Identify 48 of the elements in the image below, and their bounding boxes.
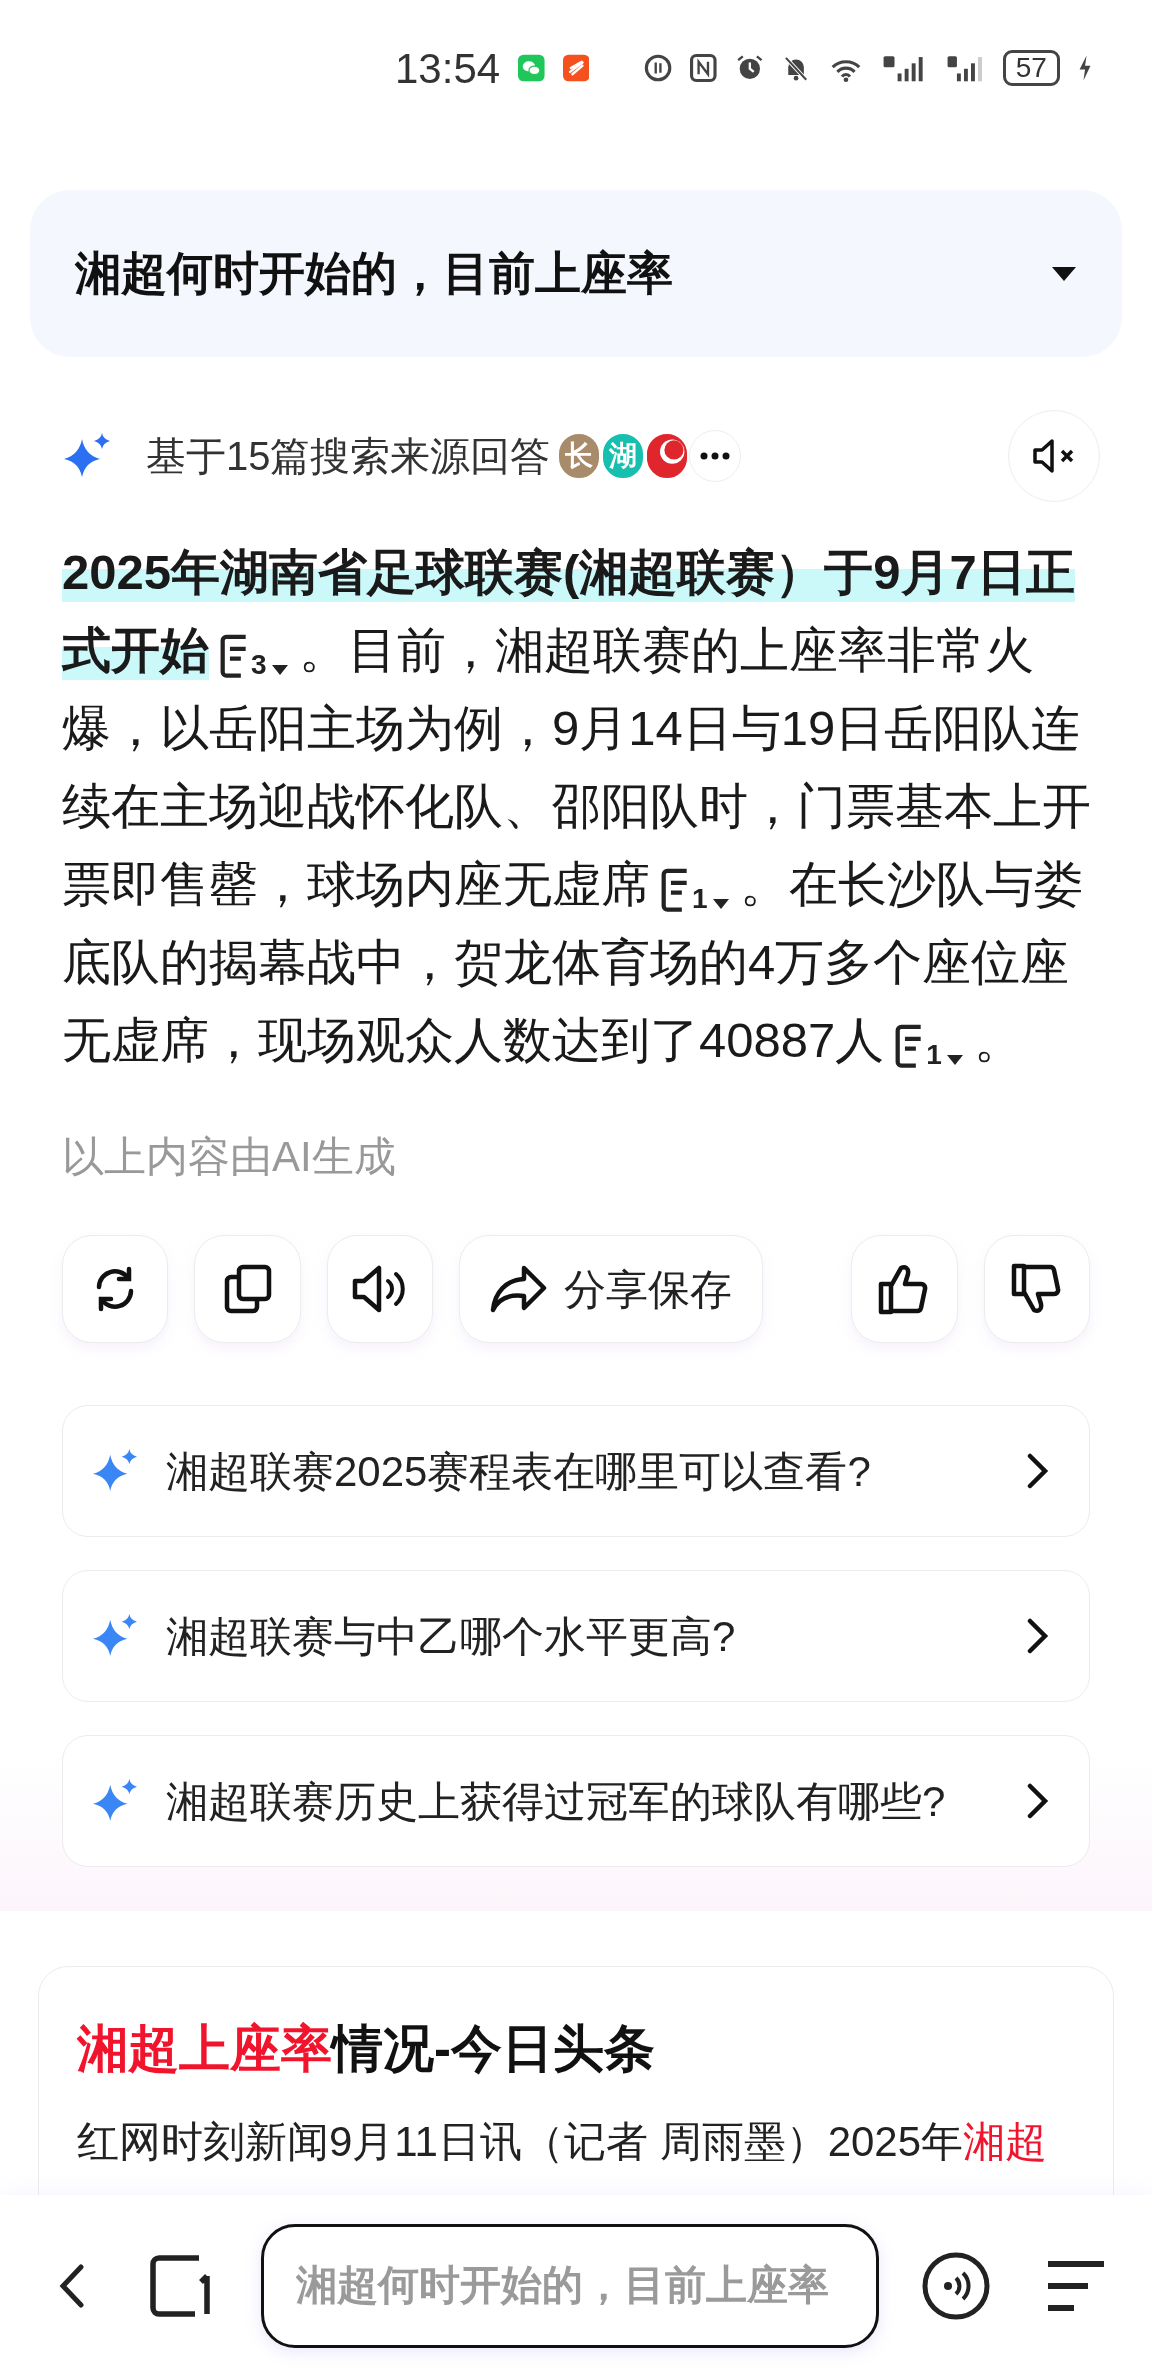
caret-icon[interactable]	[1051, 265, 1077, 282]
chevron-right-icon	[1027, 1783, 1049, 1819]
news-snippet: 红网时刻新闻9月11日讯（记者 周雨墨）2025年湘超	[77, 2117, 1049, 2167]
sources-label[interactable]: 基于15篇搜索来源回答	[146, 426, 551, 486]
more-icon	[699, 452, 730, 460]
menu-icon[interactable]	[1046, 2259, 1106, 2312]
sparkle-icon	[91, 1779, 139, 1823]
search-field[interactable]: 湘超何时开始的，目前上座率	[261, 2223, 879, 2348]
sparkle-icon	[91, 1614, 139, 1658]
share-button[interactable]: 分享保存	[459, 1235, 764, 1343]
share-icon	[490, 1264, 549, 1314]
chevron-right-icon	[1027, 1453, 1049, 1489]
answer-text: 无虚席，现场观众人数达到了40887人	[62, 1012, 885, 1069]
voice-icon[interactable]	[921, 2250, 991, 2321]
copy-button[interactable]	[194, 1235, 301, 1343]
citation-button[interactable]: 3	[219, 632, 289, 678]
copy-icon	[222, 1263, 273, 1315]
answer-text: 底队的揭幕战中，贺龙体育场的4万多个座位座	[62, 934, 1070, 991]
news-title[interactable]: 湘超上座率情况-今日头条	[77, 2017, 1075, 2081]
question-text: 湘超联赛与中乙哪个水平更高?	[166, 1611, 737, 1662]
answer-text: 。目前，湘超联赛的上座率非常火	[298, 622, 1034, 679]
ai-generated-note: 以上内容由AI生成	[62, 1132, 397, 1182]
status-time: 13:54	[395, 43, 501, 94]
mute-icon	[1032, 438, 1076, 474]
news-card[interactable]: 湘超上座率情况-今日头条 红网时刻新闻9月11日讯（记者 周雨墨）2025年湘超	[38, 1966, 1114, 2195]
answer-text: 。在长沙队与娄	[739, 856, 1083, 913]
suggested-question[interactable]: 湘超联赛历史上获得过冠军的球队有哪些?	[62, 1735, 1090, 1867]
answer-text: 爆，以岳阳主场为例，9月14日与19日岳阳队连	[62, 700, 1081, 757]
sparkle-icon	[91, 1449, 139, 1493]
question-text: 湘超联赛历史上获得过冠军的球队有哪些?	[166, 1776, 947, 1827]
caret-icon	[270, 664, 289, 676]
suggested-question[interactable]: 湘超联赛2025赛程表在哪里可以查看?	[62, 1405, 1090, 1537]
chevron-right-icon	[1027, 1618, 1049, 1654]
question-text: 湘超联赛2025赛程表在哪里可以查看?	[166, 1446, 872, 1497]
query-text: 湘超何时开始的，目前上座率	[75, 246, 674, 301]
citation-button[interactable]: 1	[894, 1022, 964, 1068]
answer-text: 续在主场迎战怀化队、邵阳队时，门票基本上开	[62, 778, 1091, 835]
answer-text: 。	[973, 1012, 1023, 1069]
regenerate-button[interactable]	[62, 1235, 169, 1343]
answer-text: 票即售罄，球场内座无虚席	[62, 856, 650, 913]
dislike-button[interactable]	[983, 1235, 1091, 1343]
read-aloud-button[interactable]	[326, 1235, 434, 1343]
citation-button[interactable]: 1	[660, 866, 730, 912]
battery-indicator: 57	[1002, 50, 1060, 86]
caret-icon	[945, 1054, 964, 1066]
suggested-question[interactable]: 湘超联赛与中乙哪个水平更高?	[62, 1570, 1090, 1702]
like-button[interactable]	[851, 1235, 958, 1343]
caret-icon	[711, 898, 730, 910]
